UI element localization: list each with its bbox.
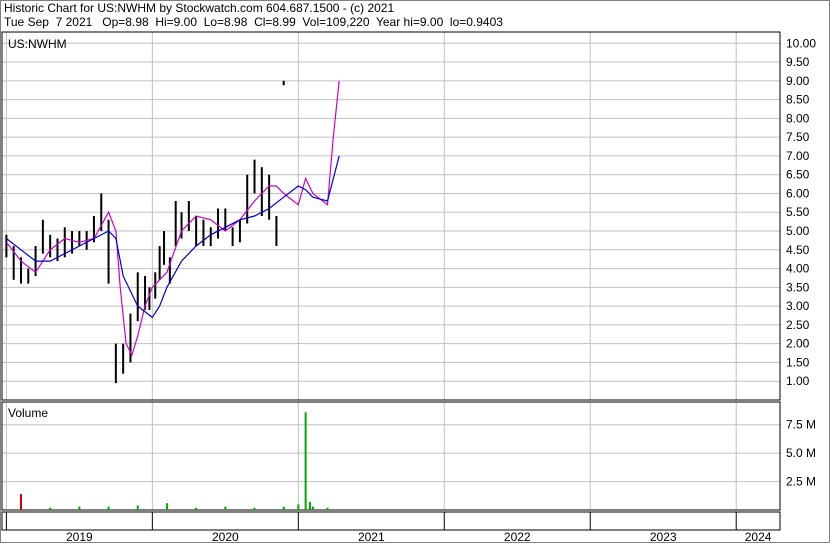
year-label: 2024 [745,530,772,543]
price-tick-label: 4.50 [786,243,810,257]
volume-bar [253,507,256,510]
price-tick-label: 2.00 [786,337,810,351]
year-label: 2023 [650,530,677,543]
volume-bar [224,506,227,510]
volume-tick-label: 7.5 M [786,418,816,432]
symbol-label: US:NWHM [8,37,67,51]
volume-bar [136,505,139,510]
volume-bar [308,502,311,510]
year-label: 2021 [358,530,385,543]
price-tick-label: 7.00 [786,149,810,163]
price-tick-label: 10.00 [786,36,816,50]
ma-long-line [6,155,340,319]
price-tick-label: 9.00 [786,74,810,88]
price-tick-label: 7.50 [786,130,810,144]
volume-bar [326,507,329,510]
ma-short-line [5,80,340,357]
price-tick-label: 4.00 [786,262,810,276]
volume-bar [165,503,168,510]
price-panel-frame [1,31,781,401]
price-tick-label: 5.00 [786,224,810,238]
volume-bar [297,504,300,510]
volume-tick-label: 5.0 M [786,446,816,460]
price-tick-label: 3.00 [786,299,810,313]
volume-tick-label: 2.5 M [786,475,816,489]
year-label: 2022 [504,530,531,543]
volume-bar [19,494,22,510]
time-axis-frame [1,511,781,531]
volume-bar [311,506,314,510]
price-tick-label: 8.50 [786,93,810,107]
price-tick-label: 5.50 [786,205,810,219]
year-label: 2020 [212,530,239,543]
price-tick-label: 8.00 [786,111,810,125]
volume-bar [304,412,307,510]
price-tick-label: 3.50 [786,280,810,294]
volume-bar [49,507,52,510]
volume-panel-frame [1,401,781,511]
volume-bar [195,507,198,510]
price-tick-label: 1.00 [786,374,810,388]
price-tick-label: 1.50 [786,355,810,369]
volume-bar [107,506,110,510]
price-tick-label: 6.00 [786,186,810,200]
price-tick-label: 9.50 [786,55,810,69]
stock-chart: 1.00 1.50 2.00 2.50 3.00 3.50 4.00 4.50 5.00 5.50… [0,0,830,543]
year-label: 2019 [66,530,93,543]
price-tick-label: 2.50 [786,318,810,332]
volume-bar [282,506,285,510]
outer-border [0,0,830,543]
price-tick-label: 6.50 [786,168,810,182]
volume-title: Volume [8,406,48,420]
volume-bar [78,506,81,510]
